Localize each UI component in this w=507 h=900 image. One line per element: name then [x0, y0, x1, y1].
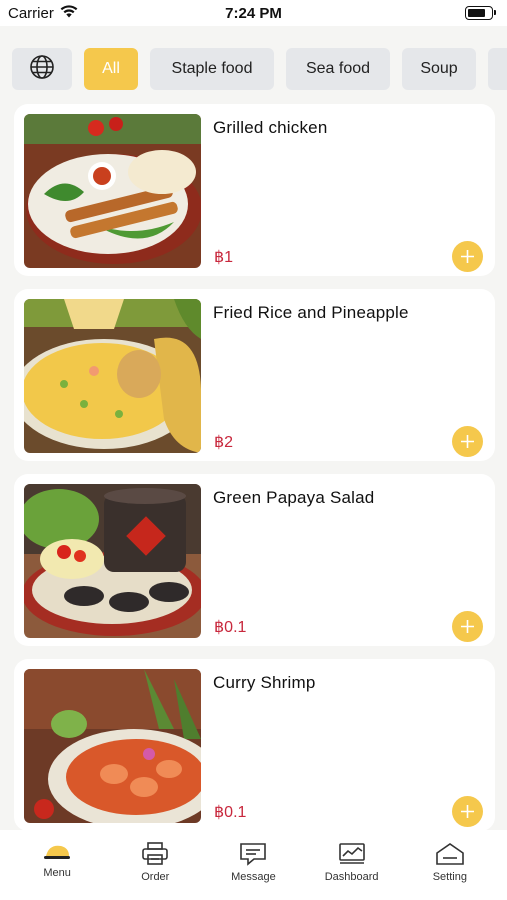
dish-name: Grilled chicken: [213, 118, 328, 137]
dish-price: ฿0.1: [214, 619, 247, 636]
plus-icon: [461, 435, 474, 448]
battery-icon: [465, 6, 496, 20]
message-icon: [240, 843, 267, 866]
dish-image: [24, 669, 201, 823]
add-to-order-button[interactable]: [452, 611, 483, 642]
tab-dashboard[interactable]: Dashboard: [307, 830, 397, 900]
tab-setting[interactable]: Setting: [405, 830, 495, 900]
dish-name: Curry Shrimp: [213, 673, 316, 692]
plus-icon: [461, 250, 474, 263]
add-to-order-button[interactable]: [452, 426, 483, 457]
dish-name: Fried Rice and Pineapple: [213, 303, 409, 322]
category-tab-partial[interactable]: [488, 48, 507, 90]
clock: 7:24 PM: [225, 4, 282, 22]
add-to-order-button[interactable]: [452, 241, 483, 272]
menu-item-card[interactable]: Curry Shrimp ฿0.1: [14, 659, 495, 830]
carrier-info: Carrier: [8, 5, 78, 22]
dish-price: ฿2: [214, 434, 234, 451]
menu-item-card[interactable]: Fried Rice and Pineapple ฿2: [14, 289, 495, 461]
dish-name: Green Papaya Salad: [213, 488, 375, 507]
dish-price: ฿1: [214, 249, 234, 266]
dish-price: ฿0.1: [214, 804, 247, 821]
chart-icon: [338, 843, 365, 864]
tab-label: Order: [141, 871, 170, 883]
category-tab-all[interactable]: All: [84, 48, 138, 90]
tab-label: Setting: [432, 871, 467, 883]
printer-icon: [142, 842, 169, 865]
globe-icon: [29, 54, 55, 85]
language-button[interactable]: [12, 48, 72, 90]
menu-dish-icon: [44, 845, 71, 859]
tab-label: Menu: [43, 867, 71, 879]
dish-image: [24, 484, 201, 638]
wifi-icon: [60, 4, 78, 22]
tab-menu[interactable]: Menu: [12, 830, 102, 900]
category-tab-sea-food[interactable]: Sea food: [286, 48, 390, 90]
menu-list: Grilled chicken ฿1 Fried Rice and Pineap…: [14, 104, 495, 830]
category-bar: All Staple food Sea food Soup: [12, 48, 507, 90]
tab-label: Message: [231, 871, 276, 883]
tab-order[interactable]: Order: [110, 830, 200, 900]
status-bar: Carrier 7:24 PM: [0, 0, 507, 26]
category-tab-soup[interactable]: Soup: [402, 48, 476, 90]
dish-image: [24, 299, 201, 453]
carrier-label: Carrier: [8, 4, 54, 22]
plus-icon: [461, 805, 474, 818]
add-to-order-button[interactable]: [452, 796, 483, 827]
menu-item-card[interactable]: Grilled chicken ฿1: [14, 104, 495, 276]
menu-item-card[interactable]: Green Papaya Salad ฿0.1: [14, 474, 495, 646]
tab-message[interactable]: Message: [208, 830, 298, 900]
tab-label: Dashboard: [324, 871, 379, 883]
home-icon: [436, 843, 464, 865]
category-tab-staple-food[interactable]: Staple food: [150, 48, 274, 90]
dish-image: [24, 114, 201, 268]
plus-icon: [461, 620, 474, 633]
bottom-tab-bar: Menu Order Message Dashboard Setting: [0, 830, 507, 900]
